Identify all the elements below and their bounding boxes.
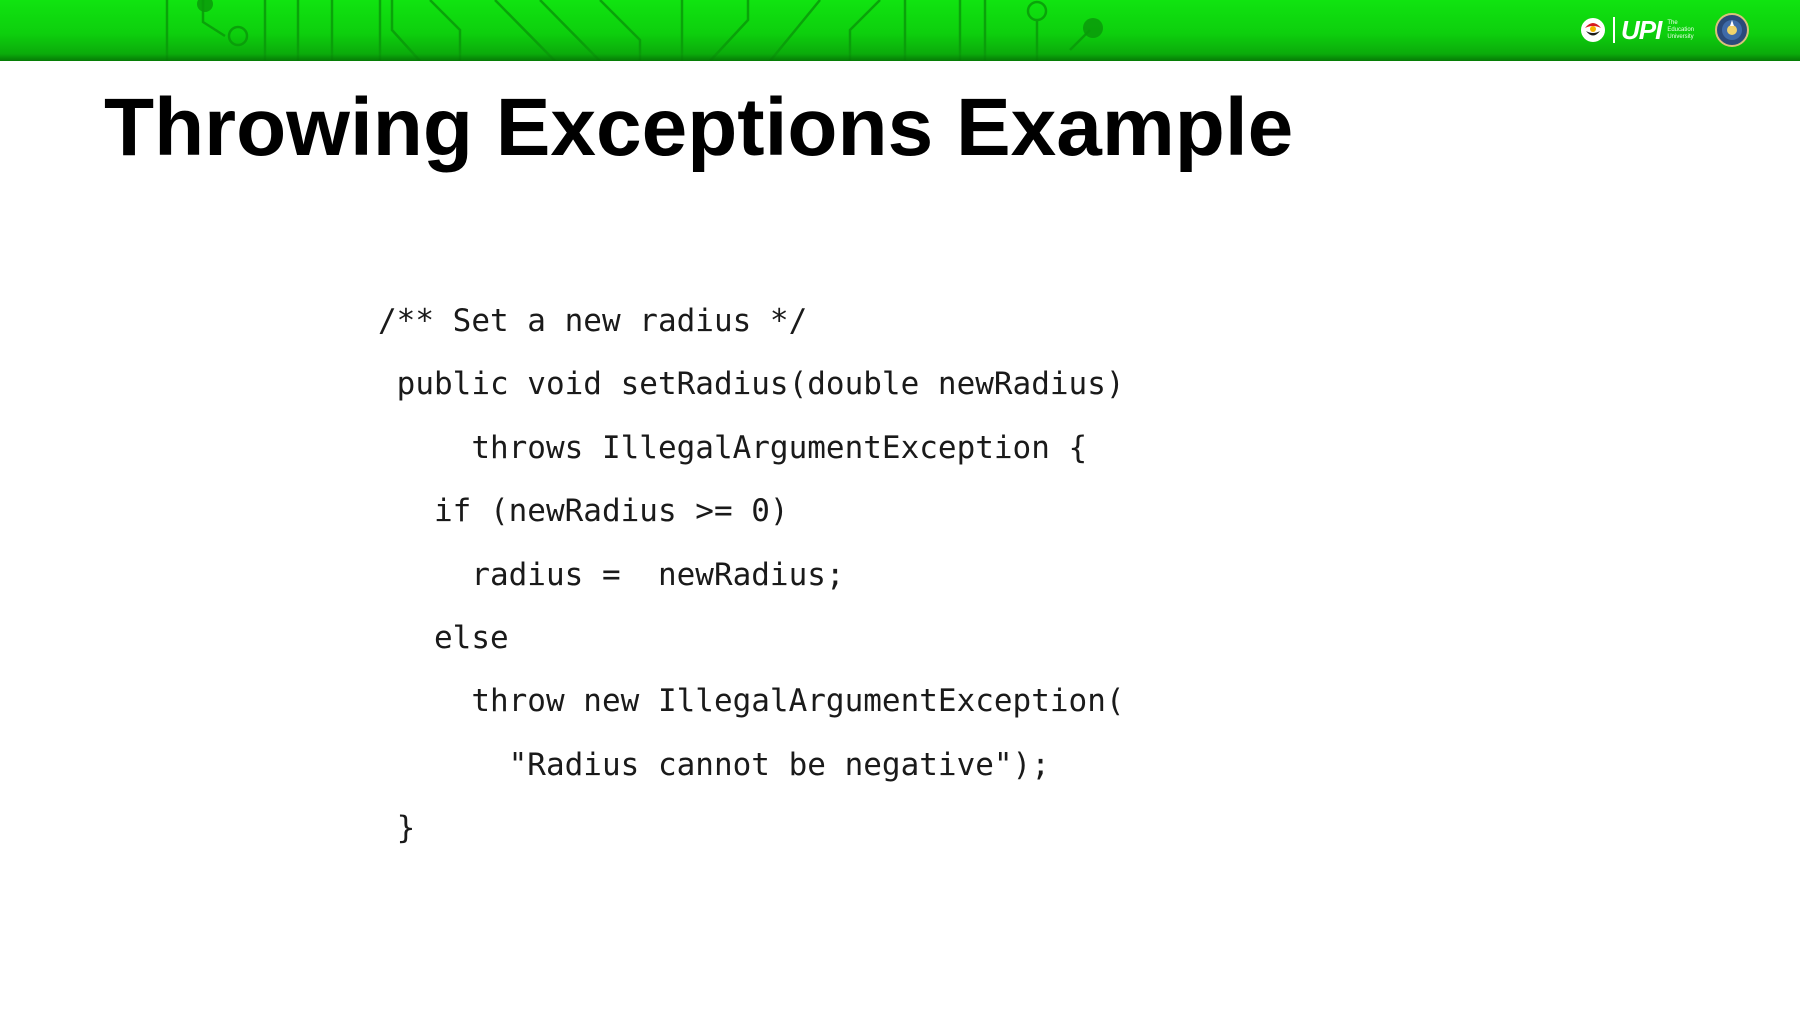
slide-title: Throwing Exceptions Example [104, 82, 1294, 173]
logo-tagline-line: The [1667, 19, 1678, 26]
code-line: if (newRadius >= 0) [378, 493, 789, 530]
code-line: "Radius cannot be negative"); [378, 746, 1050, 783]
logo-tagline-line: University [1667, 33, 1694, 40]
code-line: } [378, 810, 416, 847]
header-logo-group: UPI The Education University [1579, 12, 1750, 48]
logo-divider [1612, 17, 1615, 43]
circuit-pattern-decoration [165, 0, 1103, 61]
code-block: /** Set a new radius */ public void setR… [378, 290, 1125, 861]
banner-shadow [0, 54, 1800, 61]
code-line: else [378, 619, 509, 656]
logo-tagline: The Education University [1667, 20, 1694, 41]
upi-logo-text: UPI [1620, 15, 1662, 45]
code-line: /** Set a new radius */ [378, 303, 808, 339]
code-line: throw new IllegalArgumentException( [378, 683, 1125, 720]
slide: UPI The Education University Throwing Ex… [0, 0, 1800, 1012]
university-seal-icon [1715, 13, 1749, 47]
code-line: throws IllegalArgumentException { [378, 429, 1088, 466]
code-line: public void setRadius(double newRadius) [378, 366, 1125, 403]
upi-emblem-icon [1580, 18, 1605, 42]
logo-tagline-line: Education [1667, 26, 1694, 33]
code-line: radius = newRadius; [378, 556, 845, 593]
header-banner: UPI The Education University [0, 0, 1800, 61]
